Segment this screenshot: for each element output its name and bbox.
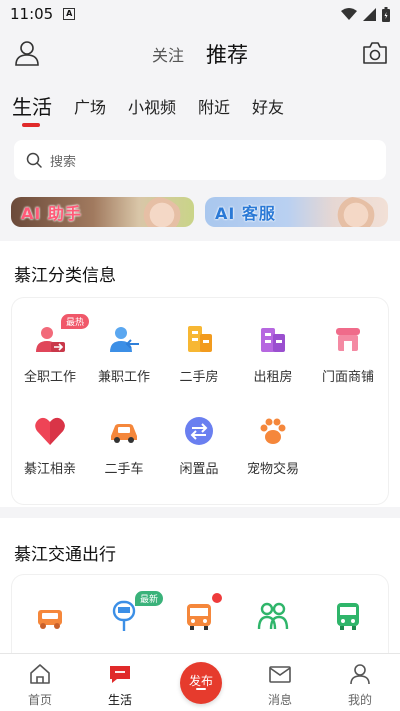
nav-home[interactable]: 首页 xyxy=(0,654,80,711)
new-badge: 最新 xyxy=(134,591,163,606)
banner-portrait xyxy=(320,197,380,227)
status-icons xyxy=(341,6,390,22)
transport-item-coach[interactable] xyxy=(310,599,386,643)
banner-ai-service[interactable]: AI 客服 xyxy=(205,197,388,227)
exchange-icon xyxy=(182,414,216,448)
tab-short-video[interactable]: 小视频 xyxy=(128,94,176,118)
banner-ai-assistant[interactable]: AI 助手 xyxy=(11,197,194,227)
banner-ai-service-label: AI 客服 xyxy=(215,204,276,223)
grid-label: 兼职工作 xyxy=(97,370,150,385)
classified-section: 綦江分类信息 最热 全职工作 兼职工作 二手房 出租房 门面商铺 綦江相亲 二手… xyxy=(0,241,400,507)
grid-item-dating[interactable]: 綦江相亲 xyxy=(12,414,88,477)
shop-icon xyxy=(331,322,365,356)
mail-icon xyxy=(269,666,291,683)
user-arrow-icon xyxy=(107,322,141,356)
wifi-icon xyxy=(341,7,357,20)
grid-label: 门面商铺 xyxy=(321,370,374,385)
nav-life[interactable]: 生活 xyxy=(80,654,160,711)
grid-item-pet[interactable]: 宠物交易 xyxy=(235,414,311,477)
building-icon xyxy=(182,322,216,356)
signal-icon xyxy=(363,7,376,21)
nav-life-label: 生活 xyxy=(107,693,132,707)
search-icon xyxy=(26,152,42,168)
camera-icon[interactable] xyxy=(362,41,388,65)
search-input[interactable]: 搜索 xyxy=(14,140,386,180)
people-icon xyxy=(256,599,290,633)
grid-label: 出租房 xyxy=(253,370,293,385)
grid-label: 闲置品 xyxy=(179,462,219,477)
battery-icon xyxy=(382,6,390,22)
status-bar: 11:05 A xyxy=(0,0,400,28)
publish-label: 发布 xyxy=(188,674,213,688)
job-transfer-icon: 最热 xyxy=(33,314,89,356)
category-tabs: 生活 广场 小视频 附近 好友 xyxy=(0,82,400,128)
grid-item-used-car[interactable]: 二手车 xyxy=(86,414,162,477)
nav-messages-label: 消息 xyxy=(267,693,292,707)
profile-icon xyxy=(350,664,370,685)
paw-icon xyxy=(256,414,290,448)
nav-home-label: 首页 xyxy=(27,693,52,707)
grid-item-shop[interactable]: 门面商铺 xyxy=(310,322,386,385)
grid-label: 宠物交易 xyxy=(246,462,299,477)
grid-label: 二手车 xyxy=(104,462,144,477)
tab-square[interactable]: 广场 xyxy=(74,94,106,118)
top-nav: 关注 推荐 xyxy=(0,28,400,80)
notification-a-icon: A xyxy=(63,8,76,20)
taxi-icon xyxy=(33,599,67,633)
home-icon xyxy=(30,664,50,684)
grid-item-rental[interactable]: 出租房 xyxy=(235,322,311,385)
transport-item-bus-stop[interactable]: 最新 xyxy=(86,591,163,643)
car-icon xyxy=(107,414,141,448)
grid-label: 全职工作 xyxy=(23,370,76,385)
grid-item-used-house[interactable]: 二手房 xyxy=(161,322,237,385)
heart-icon xyxy=(33,414,67,448)
tab-friends[interactable]: 好友 xyxy=(252,94,284,118)
nav-me[interactable]: 我的 xyxy=(320,654,400,711)
grid-item-parttime[interactable]: 兼职工作 xyxy=(86,322,162,385)
banner-portrait xyxy=(126,197,186,227)
coach-icon xyxy=(331,599,365,633)
grid-item-fulltime[interactable]: 最热 全职工作 xyxy=(12,314,89,385)
chat-bubble-icon xyxy=(110,666,130,683)
tab-recommend[interactable]: 推荐 xyxy=(206,39,248,69)
tab-life[interactable]: 生活 xyxy=(12,91,52,127)
bus-stop-icon: 最新 xyxy=(107,591,163,633)
publish-button[interactable]: 发布 xyxy=(180,662,222,704)
search-placeholder: 搜索 xyxy=(50,154,77,170)
grid-item-idle[interactable]: 闲置品 xyxy=(161,414,237,477)
nav-me-label: 我的 xyxy=(347,693,372,707)
transport-section: 綦江交通出行 最新 xyxy=(0,518,400,665)
banner-ai-assistant-label: AI 助手 xyxy=(21,204,82,223)
nav-messages[interactable]: 消息 xyxy=(240,654,320,711)
tab-follow[interactable]: 关注 xyxy=(152,42,184,66)
hot-badge: 最热 xyxy=(60,314,89,329)
transport-card: 最新 xyxy=(12,575,388,665)
classified-title: 綦江分类信息 xyxy=(14,266,116,286)
transport-item-people[interactable] xyxy=(235,599,311,643)
red-dot xyxy=(212,593,222,603)
bus-icon xyxy=(182,593,222,633)
apartment-icon xyxy=(256,322,290,356)
user-avatar-icon[interactable] xyxy=(14,40,40,66)
transport-item-bus[interactable] xyxy=(161,593,237,643)
classified-card: 最热 全职工作 兼职工作 二手房 出租房 门面商铺 綦江相亲 二手车 闲置品 宠… xyxy=(12,298,388,504)
transport-title: 綦江交通出行 xyxy=(14,545,116,565)
status-time: 11:05 xyxy=(10,5,54,23)
grid-label: 二手房 xyxy=(179,370,219,385)
grid-label: 綦江相亲 xyxy=(23,462,76,477)
transport-item-taxi[interactable] xyxy=(12,599,88,643)
tab-nearby[interactable]: 附近 xyxy=(198,94,230,118)
